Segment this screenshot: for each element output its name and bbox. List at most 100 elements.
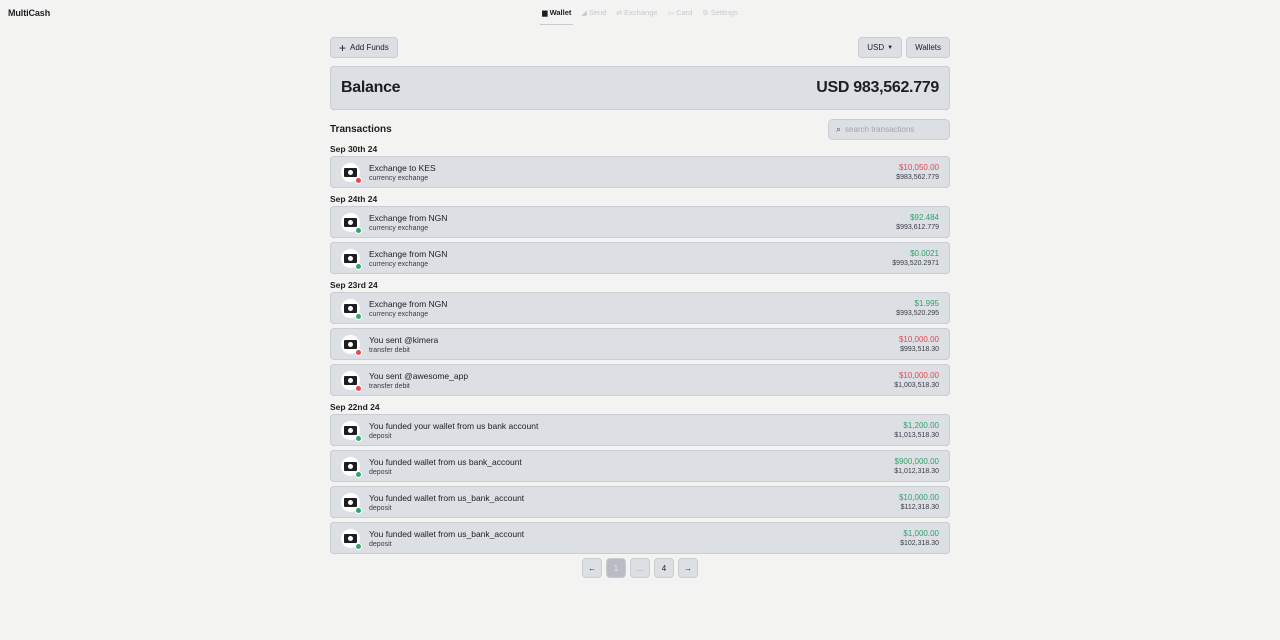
transaction-type: deposit [369, 432, 392, 440]
transaction-title: You funded your wallet from us bank acco… [369, 420, 539, 431]
transaction-row[interactable]: You funded wallet from us_bank_account de… [330, 486, 950, 518]
search-box[interactable]: ⌕ [828, 118, 950, 140]
transaction-row[interactable]: You sent @awesome_app transfer debit $10,0… [330, 364, 950, 396]
transaction-amount: $10,000.00 [898, 371, 939, 380]
transaction-amounts: $0.0021 $993,520.2971 [892, 249, 939, 267]
transaction-icon [341, 456, 362, 478]
transaction-text: Exchange to KES currency exchange [369, 163, 896, 182]
exchange-icon: ⇄ [616, 9, 623, 17]
transaction-balance: $1,003,518.30 [894, 382, 939, 389]
cash-icon [344, 167, 357, 177]
transaction-row[interactable]: Exchange from NGN currency exchange $1.995… [330, 292, 950, 324]
search-icon: ⌕ [836, 123, 842, 134]
transaction-title: Exchange from NGN [369, 248, 448, 259]
debit-status-icon [355, 384, 362, 392]
transaction-balance: $993,612.779 [896, 224, 939, 231]
add-funds-button[interactable]: + Add Funds [330, 37, 398, 58]
transaction-title: You funded wallet from us_bank_account [369, 528, 525, 539]
transaction-text: You sent @kimera transfer debit [369, 335, 899, 354]
currency-select[interactable]: USD ▼ [858, 37, 903, 58]
nav-item-label: Wallet [549, 8, 572, 17]
transaction-title: You funded wallet from us_bank_account [369, 492, 525, 503]
credit-status-icon [355, 470, 362, 478]
main-content: + Add Funds USD ▼ Wallets Balance USD 98… [330, 37, 950, 578]
nav-item-label: Card [676, 8, 693, 17]
transaction-type: currency exchange [369, 224, 429, 232]
cash-icon [344, 253, 357, 263]
nav-item-wallet[interactable]: ▆ Wallet [540, 6, 574, 25]
transaction-amount: $1,000.00 [903, 529, 939, 538]
page-button-4[interactable]: 4 [654, 558, 674, 578]
cash-icon [344, 425, 357, 435]
cash-icon [344, 461, 357, 471]
transaction-icon [341, 420, 362, 442]
transaction-amount: $1.995 [914, 299, 939, 308]
transaction-row[interactable]: Exchange from NGN currency exchange $0.002… [330, 242, 950, 274]
credit-status-icon [355, 434, 362, 442]
transaction-amounts: $900,000.00 $1,012,318.30 [894, 457, 939, 475]
card-icon: ▭ [667, 9, 675, 17]
credit-status-icon [355, 226, 362, 234]
nav-item-label: Settings [710, 8, 738, 17]
transaction-text: Exchange from NGN currency exchange [369, 249, 892, 268]
transaction-balance: $993,518.30 [900, 346, 939, 353]
nav-item-label: Send [588, 8, 607, 17]
transaction-group-date: Sep 22nd 24 [330, 402, 380, 412]
transaction-row[interactable]: You funded wallet from us bank_account de… [330, 450, 950, 482]
add-funds-label: Add Funds [350, 43, 389, 52]
transaction-amount: $10,000.00 [898, 493, 939, 502]
cash-icon [344, 303, 357, 313]
next-page-arrow-icon[interactable]: → [678, 558, 698, 578]
transaction-balance: $102,318.30 [900, 540, 939, 547]
transaction-type: transfer debit [369, 346, 410, 354]
settings-icon: ⚙ [702, 9, 709, 17]
transactions-header: Transactions ⌕ [330, 118, 950, 140]
transaction-amounts: $1.995 $993,520.295 [896, 299, 939, 317]
credit-status-icon [355, 542, 362, 550]
transaction-title: You sent @kimera [369, 334, 439, 345]
transaction-row[interactable]: Exchange from NGN currency exchange $92.48… [330, 206, 950, 238]
transaction-type: currency exchange [369, 310, 429, 318]
currency-label: USD [867, 43, 885, 52]
cash-icon [344, 375, 357, 385]
nav-item-label: Exchange [624, 8, 658, 17]
transaction-icon [341, 370, 362, 392]
transaction-amount: $900,000.00 [894, 457, 940, 466]
transaction-title: Exchange to KES [369, 162, 436, 173]
transaction-icon [341, 298, 362, 320]
debit-status-icon [355, 176, 362, 184]
transaction-group-date: Sep 30th 24 [330, 144, 378, 154]
transaction-row[interactable]: You sent @kimera transfer debit $10,000.00… [330, 328, 950, 360]
prev-page-arrow-icon[interactable]: ← [582, 558, 602, 578]
transaction-amounts: $1,200.00 $1,013,518.30 [894, 421, 939, 439]
transaction-icon [341, 162, 362, 184]
page-ellipsis[interactable]: ... [630, 558, 650, 578]
cash-icon [344, 533, 357, 543]
nav-item-settings[interactable]: ⚙ Settings [700, 6, 739, 25]
transaction-balance: $1,013,518.30 [894, 432, 939, 439]
transaction-text: You funded your wallet from us bank acco… [369, 421, 894, 440]
transaction-row[interactable]: Exchange to KES currency exchange $10,050.… [330, 156, 950, 188]
nav-item-exchange[interactable]: ⇄ Exchange [614, 6, 659, 25]
transaction-amounts: $1,000.00 $102,318.30 [900, 529, 939, 547]
toolbar-right: USD ▼ Wallets [858, 37, 950, 58]
nav-item-card[interactable]: ▭ Card [666, 6, 695, 25]
transaction-balance: $112,318.30 [900, 504, 939, 511]
search-input[interactable] [845, 124, 942, 134]
transactions-title: Transactions [330, 123, 392, 135]
transaction-type: deposit [369, 468, 392, 476]
transaction-row[interactable]: You funded wallet from us_bank_account de… [330, 522, 950, 554]
transaction-type: currency exchange [369, 260, 429, 268]
send-icon: ◢ [581, 9, 587, 17]
transaction-balance: $993,520.2971 [892, 260, 939, 267]
transaction-text: Exchange from NGN currency exchange [369, 213, 896, 232]
transaction-row[interactable]: You funded your wallet from us bank acco… [330, 414, 950, 446]
transaction-title: Exchange from NGN [369, 212, 448, 223]
transaction-text: You sent @awesome_app transfer debit [369, 371, 894, 390]
nav-item-send[interactable]: ◢ Send [579, 6, 608, 25]
transaction-text: You funded wallet from us bank_account de… [369, 457, 894, 476]
balance-label: Balance [341, 79, 401, 96]
transaction-group-date: Sep 24th 24 [330, 194, 378, 204]
page-button-1[interactable]: 1 [606, 558, 626, 578]
wallets-button[interactable]: Wallets [906, 37, 950, 58]
